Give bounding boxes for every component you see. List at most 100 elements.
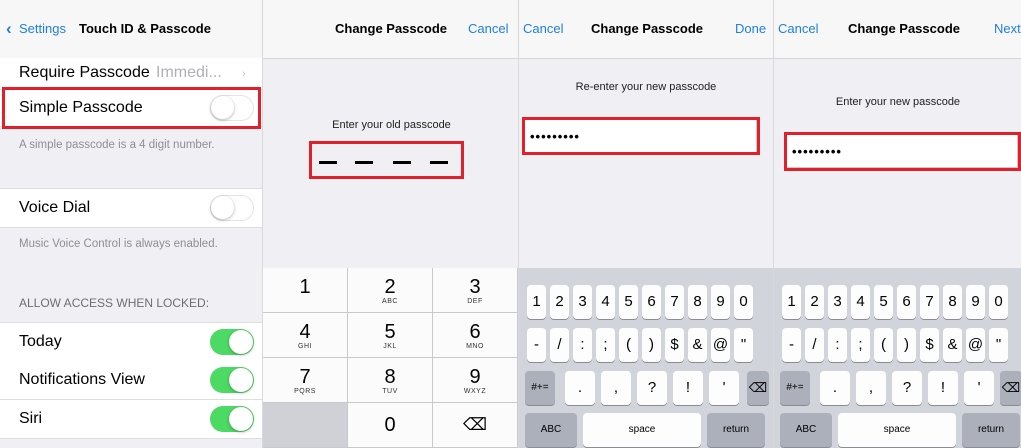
- key-2[interactable]: 2: [550, 285, 569, 319]
- symbols-toggle-key[interactable]: #+=: [525, 371, 555, 405]
- key-9[interactable]: 9 WXYZ: [433, 358, 518, 403]
- key-8[interactable]: 8: [943, 285, 962, 319]
- cancel-button[interactable]: Cancel: [778, 21, 818, 36]
- key-question[interactable]: ?: [892, 371, 922, 405]
- old-passcode-prompt: Enter your old passcode: [332, 119, 451, 131]
- old-passcode-navbar: Change Passcode Cancel: [263, 0, 518, 59]
- key-exclaim[interactable]: !: [673, 371, 703, 405]
- key-7[interactable]: 7: [920, 285, 939, 319]
- key-apostrophe[interactable]: ': [709, 371, 739, 405]
- today-toggle[interactable]: [210, 329, 254, 355]
- key-5[interactable]: 5: [619, 285, 638, 319]
- key-exclaim[interactable]: !: [928, 371, 958, 405]
- key-comma[interactable]: ,: [856, 371, 886, 405]
- key-slash[interactable]: /: [550, 328, 569, 362]
- key-at[interactable]: @: [966, 328, 985, 362]
- key-dollar[interactable]: $: [920, 328, 939, 362]
- simple-passcode-note: A simple passcode is a 4 digit number.: [19, 139, 215, 151]
- new-passcode-screen: Cancel Change Passcode Next Enter your n…: [773, 0, 1021, 448]
- key-dollar[interactable]: $: [665, 328, 684, 362]
- back-chevron-icon[interactable]: ‹: [6, 19, 12, 39]
- numeric-keypad: 1 2 ABC 3 DEF 4 GHI 5 JKL 6 MNO 7 PQRS 8 TUV 9W…: [263, 268, 518, 448]
- key-0[interactable]: 0: [734, 285, 753, 319]
- key-semicolon[interactable]: ;: [596, 328, 615, 362]
- space-key[interactable]: space: [583, 413, 701, 447]
- abc-key[interactable]: ABC: [780, 413, 832, 447]
- key-2[interactable]: 2: [805, 285, 824, 319]
- key-1[interactable]: 1: [782, 285, 801, 319]
- key-at[interactable]: @: [711, 328, 730, 362]
- require-passcode-value: Immedi...: [156, 64, 222, 81]
- key-8[interactable]: 8: [688, 285, 707, 319]
- key-period[interactable]: .: [820, 371, 850, 405]
- key-semicolon[interactable]: ;: [851, 328, 870, 362]
- key-8[interactable]: 8 TUV: [348, 358, 433, 403]
- next-button[interactable]: Next: [994, 21, 1021, 36]
- return-key[interactable]: return: [962, 413, 1020, 447]
- key-5[interactable]: 5: [874, 285, 893, 319]
- key-quote[interactable]: ": [989, 328, 1008, 362]
- settings-panel: ‹ Settings Touch ID & Passcode Require P…: [0, 0, 263, 448]
- back-button[interactable]: Settings: [19, 21, 66, 36]
- key-2[interactable]: 2 ABC: [348, 268, 433, 313]
- delete-icon: ⌫: [1001, 380, 1021, 395]
- require-passcode-row[interactable]: Require Passcode Immedi... ›: [0, 58, 262, 90]
- cancel-button[interactable]: Cancel: [468, 21, 508, 36]
- key-slash[interactable]: /: [805, 328, 824, 362]
- new-passcode-prompt: Enter your new passcode: [835, 96, 961, 108]
- settings-navbar: ‹ Settings Touch ID & Passcode: [0, 0, 262, 59]
- key-7[interactable]: 7 PQRS: [263, 358, 348, 403]
- key-5[interactable]: 5 JKL: [348, 313, 433, 358]
- key-ampersand[interactable]: &: [943, 328, 962, 362]
- key-3[interactable]: 3: [573, 285, 592, 319]
- delete-key[interactable]: ⌫: [433, 403, 518, 448]
- key-0[interactable]: 0: [348, 403, 433, 448]
- key-7[interactable]: 7: [665, 285, 684, 319]
- key-comma[interactable]: ,: [601, 371, 631, 405]
- key-dash[interactable]: -: [527, 328, 546, 362]
- abc-key[interactable]: ABC: [525, 413, 577, 447]
- key-close-paren[interactable]: ): [642, 328, 661, 362]
- highlight-box: [2, 87, 261, 129]
- siri-toggle[interactable]: [210, 406, 254, 432]
- new-passcode-navbar: Cancel Change Passcode Next: [774, 0, 1021, 59]
- reenter-title: Change Passcode: [591, 21, 703, 36]
- symbols-toggle-key[interactable]: #+=: [780, 371, 810, 405]
- notifications-view-toggle[interactable]: [210, 367, 254, 393]
- siri-label: Siri: [19, 410, 43, 427]
- highlight-box: [309, 141, 464, 179]
- key-quote[interactable]: ": [734, 328, 753, 362]
- key-close-paren[interactable]: ): [897, 328, 916, 362]
- voice-dial-toggle[interactable]: [210, 195, 254, 221]
- key-period[interactable]: .: [565, 371, 595, 405]
- key-0[interactable]: 0: [989, 285, 1008, 319]
- key-colon[interactable]: :: [573, 328, 592, 362]
- cancel-button[interactable]: Cancel: [523, 21, 563, 36]
- key-9[interactable]: 9: [966, 285, 985, 319]
- highlight-box: [784, 132, 1021, 171]
- key-open-paren[interactable]: (: [874, 328, 893, 362]
- key-1[interactable]: 1: [527, 285, 546, 319]
- key-open-paren[interactable]: (: [619, 328, 638, 362]
- key-6[interactable]: 6 MNO: [433, 313, 518, 358]
- return-key[interactable]: return: [707, 413, 765, 447]
- key-6[interactable]: 6: [642, 285, 661, 319]
- delete-key[interactable]: ⌫: [1000, 371, 1021, 405]
- key-dash[interactable]: -: [782, 328, 801, 362]
- key-3[interactable]: 3 DEF: [433, 268, 518, 313]
- reenter-navbar: Cancel Change Passcode Done: [519, 0, 773, 59]
- key-1[interactable]: 1: [263, 268, 348, 313]
- key-question[interactable]: ?: [637, 371, 667, 405]
- key-4[interactable]: 4: [596, 285, 615, 319]
- key-4[interactable]: 4: [851, 285, 870, 319]
- key-colon[interactable]: :: [828, 328, 847, 362]
- key-3[interactable]: 3: [828, 285, 847, 319]
- done-button[interactable]: Done: [735, 21, 766, 36]
- delete-key[interactable]: ⌫: [747, 371, 769, 405]
- key-4[interactable]: 4 GHI: [263, 313, 348, 358]
- key-9[interactable]: 9: [711, 285, 730, 319]
- key-apostrophe[interactable]: ': [964, 371, 994, 405]
- key-ampersand[interactable]: &: [688, 328, 707, 362]
- key-6[interactable]: 6: [897, 285, 916, 319]
- space-key[interactable]: space: [838, 413, 956, 447]
